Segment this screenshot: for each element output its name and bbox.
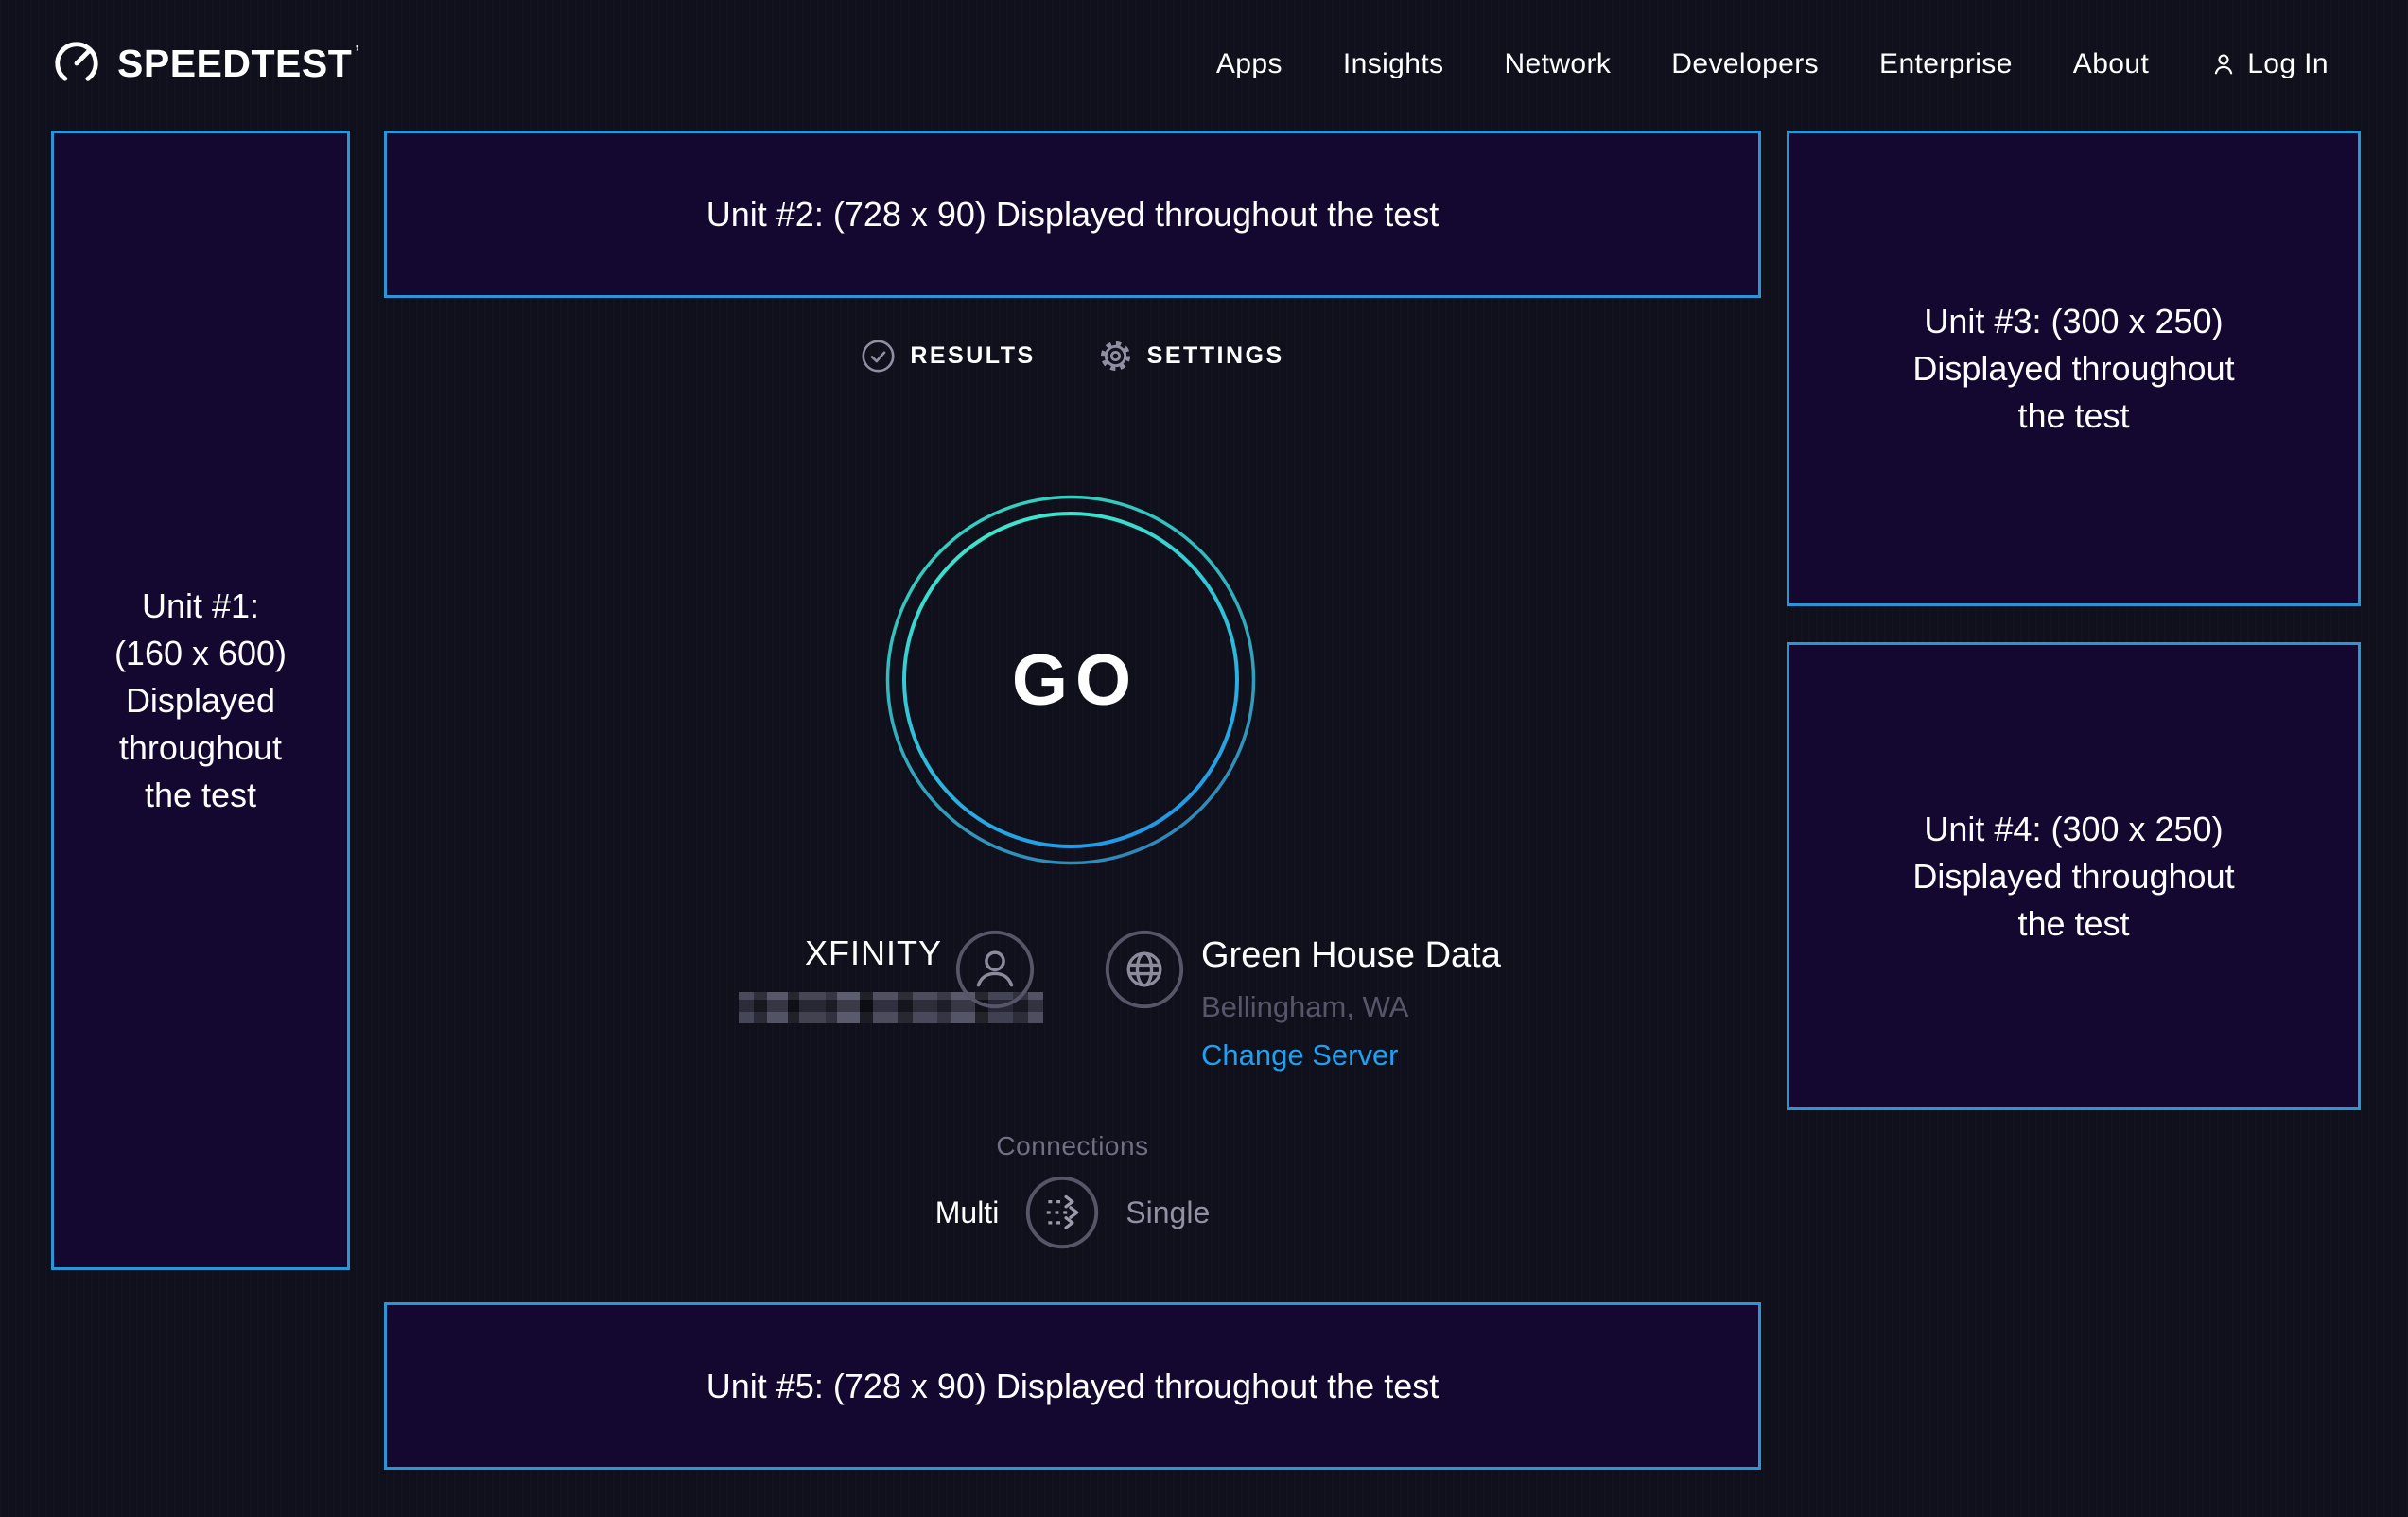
nav-item-insights[interactable]: Insights (1343, 48, 1444, 80)
tab-settings[interactable]: SETTINGS (1098, 339, 1284, 374)
ad-unit-3-text: Unit #3: (300 x 250) Displayed throughou… (1912, 298, 2234, 440)
trademark-mark: ’ (355, 44, 360, 61)
nav-item-about[interactable]: About (2073, 48, 2149, 80)
nav-menu: Apps Insights Network Developers Enterpr… (1216, 0, 2329, 129)
login-button[interactable]: Log In (2209, 48, 2329, 80)
isp-name[interactable]: XFINITY (805, 933, 942, 973)
change-server-link[interactable]: Change Server (1201, 1038, 1399, 1072)
host-info-row: XFINITY Green House Data Bellingham, WA … (384, 913, 1761, 1092)
ad-unit-5-728x90[interactable]: Unit #5: (728 x 90) Displayed throughout… (384, 1302, 1761, 1470)
ad-unit-2-728x90[interactable]: Unit #2: (728 x 90) Displayed throughout… (384, 131, 1761, 298)
ad-unit-2-text: Unit #2: (728 x 90) Displayed throughout… (707, 191, 1439, 238)
tab-results[interactable]: RESULTS (861, 339, 1035, 374)
go-button[interactable]: GO (885, 495, 1256, 865)
results-settings-tabs: RESULTS SETTINGS (384, 339, 1761, 374)
nav-item-apps[interactable]: Apps (1216, 48, 1283, 80)
ad-unit-3-300x250[interactable]: Unit #3: (300 x 250) Displayed throughou… (1787, 131, 2361, 606)
speedtest-logo[interactable]: SPEEDTEST’ (51, 38, 360, 89)
connections-label: Connections (384, 1131, 1761, 1161)
gear-icon (1098, 339, 1133, 374)
isp-avatar-icon (955, 930, 1035, 1009)
nav-item-network[interactable]: Network (1504, 48, 1611, 80)
ad-unit-4-300x250[interactable]: Unit #4: (300 x 250) Displayed throughou… (1787, 642, 2361, 1110)
globe-icon (1105, 930, 1184, 1009)
server-location: Bellingham, WA (1201, 990, 1408, 1024)
connections-toggle-row: Multi Single (384, 1176, 1761, 1249)
ad-unit-4-text: Unit #4: (300 x 250) Displayed throughou… (1912, 806, 2234, 948)
speedtest-gauge-icon (51, 38, 102, 89)
top-nav-bar: SPEEDTEST’ Apps Insights Network Develop… (0, 0, 2408, 129)
check-circle-icon (861, 339, 896, 374)
server-name: Green House Data (1201, 935, 1501, 976)
user-icon (2209, 50, 2238, 78)
nav-item-enterprise[interactable]: Enterprise (1879, 48, 2013, 80)
speedtest-page: { "brand": { "name": "SPEEDTEST", "trade… (0, 0, 2408, 1517)
connections-multi-option[interactable]: Multi (935, 1195, 1000, 1230)
ad-unit-1-160x600[interactable]: Unit #1: (160 x 600) Displayed throughou… (51, 131, 350, 1270)
tab-results-label: RESULTS (910, 342, 1035, 370)
tab-settings-label: SETTINGS (1147, 342, 1284, 370)
ad-unit-1-text: Unit #1: (160 x 600) Displayed throughou… (114, 583, 287, 819)
connections-toggle-icon[interactable] (1025, 1176, 1099, 1249)
logo-wordmark: SPEEDTEST’ (117, 42, 360, 86)
nav-item-developers[interactable]: Developers (1671, 48, 1819, 80)
connections-single-option[interactable]: Single (1125, 1195, 1210, 1230)
ad-unit-5-text: Unit #5: (728 x 90) Displayed throughout… (707, 1363, 1439, 1410)
go-button-label: GO (885, 495, 1256, 865)
